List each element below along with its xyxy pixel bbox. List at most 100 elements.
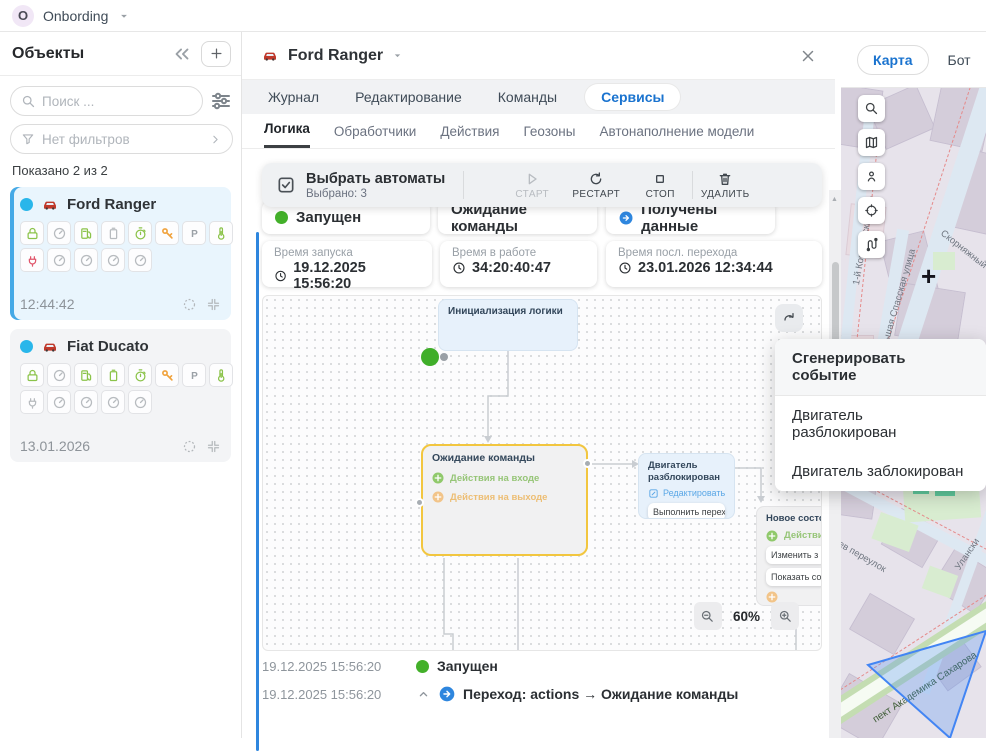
subtab-geozones[interactable]: Геозоны — [523, 124, 575, 148]
key-icon[interactable] — [155, 363, 179, 387]
chevron-down-icon[interactable] — [391, 49, 404, 62]
plug-icon[interactable] — [20, 390, 44, 414]
gauge-icon[interactable] — [47, 221, 71, 245]
menu-item-engine-locked[interactable]: Двигатель заблокирован — [775, 452, 986, 491]
panel-title[interactable]: Ford Ranger — [288, 47, 383, 65]
gauge-icon[interactable] — [47, 390, 71, 414]
thermometer-icon[interactable] — [209, 221, 233, 245]
tab-journal[interactable]: Журнал — [268, 89, 319, 105]
geofence-polygon[interactable] — [841, 618, 986, 738]
parking-icon[interactable]: P — [182, 221, 206, 245]
collapse-sidebar-icon[interactable] — [171, 43, 193, 65]
log-label: Запущен — [437, 658, 498, 674]
gauge-icon[interactable] — [47, 248, 71, 272]
gauge-icon[interactable] — [128, 248, 152, 272]
green-dot-icon — [416, 660, 429, 673]
lock-icon[interactable] — [20, 221, 44, 245]
app-name[interactable]: Onbording — [43, 8, 108, 24]
node-new-state[interactable]: Новое состо Действи Изменить з Показать … — [756, 506, 822, 606]
search-input[interactable] — [42, 94, 162, 109]
select-checkbox-icon[interactable] — [276, 175, 296, 195]
arrow-right-circle-icon — [439, 686, 455, 702]
fuel-icon[interactable] — [74, 221, 98, 245]
plus-circle-icon[interactable] — [432, 491, 444, 503]
lock-icon[interactable] — [20, 363, 44, 387]
gauge-icon[interactable] — [101, 248, 125, 272]
delete-button[interactable]: УДАЛИТЬ — [693, 171, 757, 200]
change-button[interactable]: Изменить з — [766, 546, 822, 564]
street-view-button[interactable] — [858, 163, 885, 190]
parking-icon[interactable]: P — [182, 363, 206, 387]
subtab-actions[interactable]: Действия — [440, 124, 499, 148]
key-icon[interactable] — [155, 221, 179, 245]
node-engine-unlocked[interactable]: Двигатель разблокирован Редактировать у.… — [638, 453, 735, 519]
show-button[interactable]: Показать со — [766, 568, 822, 586]
gauge-icon[interactable] — [128, 390, 152, 414]
main-panel: Ford Ranger Журнал Редактирование Команд… — [242, 32, 835, 738]
stopwatch-icon[interactable] — [128, 221, 152, 245]
close-icon[interactable] — [799, 47, 817, 65]
stop-button[interactable]: СТОП — [628, 171, 692, 200]
execute-transition-button[interactable]: Выполнить переход — [648, 503, 725, 519]
chevron-right-icon — [209, 133, 222, 146]
fuel-icon[interactable] — [74, 363, 98, 387]
tab-services[interactable]: Сервисы — [585, 84, 680, 110]
battery-icon[interactable] — [101, 221, 125, 245]
start-button[interactable]: СТАРТ — [500, 171, 564, 200]
select-automata-label[interactable]: Выбрать автоматы — [306, 171, 445, 187]
battery-icon[interactable] — [101, 363, 125, 387]
vehicle-card-fiat-ducato[interactable]: Fiat Ducato P 13.01.2026 — [10, 329, 231, 462]
connector-pin[interactable] — [583, 459, 592, 468]
zoom-out-button[interactable] — [694, 602, 722, 630]
map-locate-button[interactable] — [858, 197, 885, 224]
edit-link[interactable]: Редактировать у... — [648, 488, 725, 499]
online-dot — [20, 198, 33, 211]
zoom-in-button[interactable] — [771, 602, 799, 630]
tab-map[interactable]: Карта — [857, 45, 929, 75]
vehicle-card-ford-ranger[interactable]: Ford Ranger P 12:44:42 — [10, 187, 231, 320]
logic-canvas[interactable]: Инициализация логики Ожидание команды Де… — [262, 295, 822, 651]
plus-circle-icon[interactable] — [432, 472, 444, 484]
shown-count: Показано 2 из 2 — [12, 163, 229, 178]
connector-pin[interactable] — [415, 498, 424, 507]
restart-button[interactable]: РЕСТАРТ — [564, 171, 628, 200]
locate-icon[interactable] — [182, 439, 197, 454]
map-search-button[interactable] — [858, 95, 885, 122]
top-bar: O Onbording — [0, 0, 986, 32]
log-row: 19.12.2025 15:56:20 Переход: actions → О… — [262, 683, 738, 705]
tab-bot[interactable]: Бот — [948, 52, 971, 68]
main-tabs: Журнал Редактирование Команды Сервисы — [242, 80, 835, 114]
gauge-icon[interactable] — [74, 390, 98, 414]
objects-sidebar: Объекты Нет фильтров Показано 2 из 2 For… — [0, 32, 242, 738]
gauge-icon[interactable] — [47, 363, 71, 387]
node-init-logic[interactable]: Инициализация логики — [438, 299, 578, 351]
filter-settings-icon[interactable] — [209, 89, 233, 113]
tab-commands[interactable]: Команды — [498, 89, 557, 105]
subtab-logic[interactable]: Логика — [264, 121, 310, 148]
collapse-card-icon[interactable] — [206, 439, 221, 454]
node-waiting-command[interactable]: Ожидание команды Действия на входе Дейст… — [421, 444, 588, 556]
gauge-icon[interactable] — [101, 390, 125, 414]
thermometer-icon[interactable] — [209, 363, 233, 387]
locate-icon[interactable] — [182, 297, 197, 312]
avatar[interactable]: O — [12, 5, 34, 27]
stopwatch-icon[interactable] — [128, 363, 152, 387]
plug-icon[interactable] — [20, 248, 44, 272]
collapse-card-icon[interactable] — [206, 297, 221, 312]
filters-chip[interactable]: Нет фильтров — [10, 124, 233, 154]
plus-circle-icon[interactable] — [766, 530, 778, 542]
search-box[interactable] — [10, 86, 203, 116]
gauge-icon[interactable] — [74, 248, 98, 272]
route-button[interactable] — [858, 231, 885, 258]
redo-button[interactable] — [775, 304, 803, 332]
map-layers-button[interactable] — [858, 129, 885, 156]
menu-item-engine-unlocked[interactable]: Двигатель разблокирован — [775, 396, 986, 452]
subtab-autofill[interactable]: Автонаполнение модели — [599, 124, 754, 148]
subtab-handlers[interactable]: Обработчики — [334, 124, 416, 148]
start-state-dot[interactable] — [421, 348, 439, 366]
add-object-button[interactable] — [201, 41, 231, 67]
chevron-up-icon[interactable] — [416, 687, 431, 702]
play-icon — [524, 171, 540, 187]
tab-editing[interactable]: Редактирование — [355, 89, 462, 105]
chevron-down-icon[interactable] — [117, 9, 131, 23]
